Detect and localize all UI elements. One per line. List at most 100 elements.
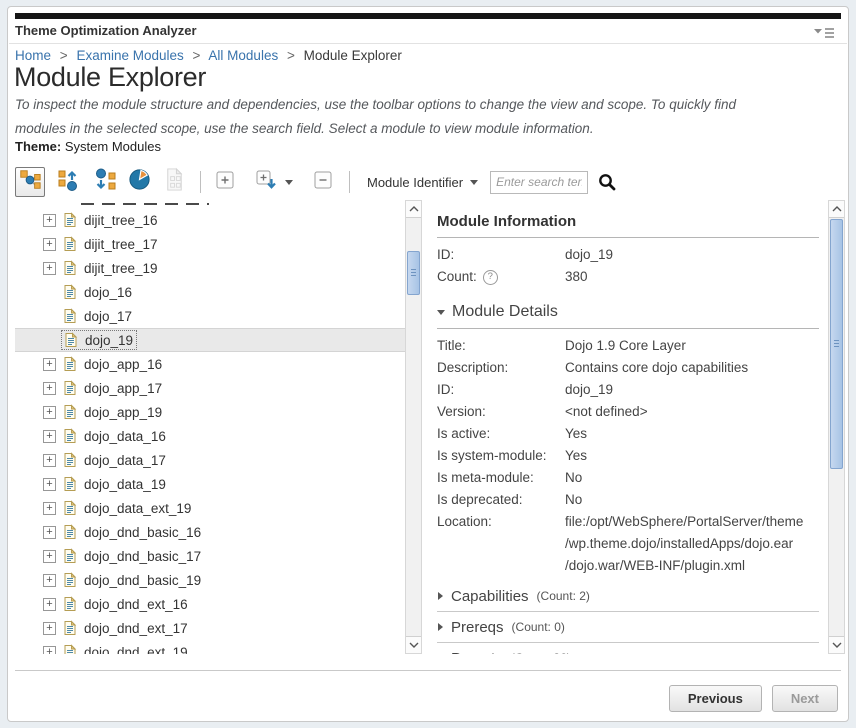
tree-item-label[interactable]: dojo_dnd_basic_19 (84, 573, 201, 588)
module-doc-icon (62, 308, 78, 324)
expand-all-button[interactable] (253, 169, 293, 195)
parents-section-header[interactable]: Parents (Count: 36) (437, 647, 819, 654)
module-doc-icon (62, 260, 78, 276)
tree-item-label[interactable]: dojo_data_19 (84, 477, 166, 492)
tree-row[interactable]: dijit_tree_16 (15, 208, 405, 232)
tree-view-button[interactable] (15, 167, 45, 197)
tree-item-label[interactable]: dojo_19 (85, 333, 133, 348)
tree-row[interactable]: dijit_tree_17 (15, 232, 405, 256)
show-children-button[interactable] (91, 169, 117, 195)
search-scope-dropdown[interactable]: Module Identifier (367, 175, 478, 190)
expand-plus-icon[interactable] (43, 382, 56, 395)
tree-item-label[interactable]: dojo_dnd_basic_17 (84, 549, 201, 564)
module-doc-icon (62, 572, 78, 588)
help-icon[interactable] (483, 270, 498, 285)
expand-plus-icon[interactable] (43, 406, 56, 419)
report-button (161, 169, 187, 195)
info-row: Count: 380 (437, 266, 819, 288)
tree-row[interactable]: dojo_data_ext_19 (15, 496, 405, 520)
tree-item-label[interactable]: dojo_dnd_ext_19 (84, 645, 188, 655)
field-value: dojo_19 (565, 379, 819, 401)
expand-button[interactable] (212, 169, 238, 195)
section-title: Parents (451, 650, 503, 655)
tree-item-label[interactable]: dijit_tree_19 (84, 261, 158, 276)
field-value: 380 (565, 266, 819, 288)
expand-all-dropdown-caret[interactable] (285, 180, 293, 185)
expand-plus-icon[interactable] (43, 430, 56, 443)
scroll-down-button[interactable] (829, 636, 844, 653)
scroll-up-button[interactable] (406, 201, 421, 218)
details-scrollbar-thumb[interactable] (830, 219, 843, 469)
prereqs-section-header[interactable]: Prereqs (Count: 0) (437, 616, 819, 638)
tree-row[interactable]: dojo_dnd_ext_17 (15, 616, 405, 640)
tree-item-label[interactable]: dojo_dnd_ext_17 (84, 621, 188, 636)
expand-plus-icon[interactable] (43, 454, 56, 467)
expand-plus-icon[interactable] (43, 526, 56, 539)
expand-plus-icon[interactable] (43, 214, 56, 227)
tree-row[interactable]: dojo_dnd_basic_16 (15, 520, 405, 544)
capabilities-section-header[interactable]: Capabilities (Count: 2) (437, 585, 819, 607)
tree-item-label[interactable]: dijit_tree_16 (84, 213, 158, 228)
tree-row[interactable]: dojo_data_19 (15, 472, 405, 496)
tree-row[interactable]: dojo_app_17 (15, 376, 405, 400)
breadcrumb-examine-modules[interactable]: Examine Modules (76, 48, 183, 63)
tree-row[interactable]: dojo_data_16 (15, 424, 405, 448)
breadcrumb-home[interactable]: Home (15, 48, 51, 63)
scroll-up-button[interactable] (829, 201, 844, 218)
next-button[interactable]: Next (772, 685, 838, 712)
section-title: Capabilities (451, 588, 529, 605)
tree-row[interactable]: dojo_app_19 (15, 400, 405, 424)
tree-row[interactable]: dojo_app_16 (15, 352, 405, 376)
expand-plus-icon[interactable] (43, 478, 56, 491)
tree-item-label[interactable]: dojo_data_16 (84, 429, 166, 444)
tree-item-label[interactable]: dojo_dnd_basic_16 (84, 525, 201, 540)
expand-plus-icon[interactable] (43, 358, 56, 371)
top-black-bar (15, 13, 841, 19)
expand-plus-icon[interactable] (43, 238, 56, 251)
tree-scrollbar-thumb[interactable] (407, 251, 420, 295)
tree-item-label[interactable]: dojo_data_17 (84, 453, 166, 468)
tree-row[interactable]: dojo_dnd_basic_19 (15, 568, 405, 592)
expand-plus-icon[interactable] (43, 598, 56, 611)
details-scrollbar[interactable] (828, 200, 845, 654)
previous-button[interactable]: Previous (669, 685, 762, 712)
expand-plus-icon[interactable] (43, 262, 56, 275)
tree-scrollbar[interactable] (405, 200, 422, 654)
tree-item-label[interactable]: dijit_tree_17 (84, 237, 158, 252)
tree-item-label[interactable]: dojo_16 (84, 285, 132, 300)
tree-row[interactable]: dojo_16 (15, 280, 405, 304)
tree-row-selected[interactable]: dojo_19 (15, 328, 405, 352)
tree-row[interactable]: dojo_dnd_basic_17 (15, 544, 405, 568)
tree-item-label[interactable]: dojo_app_16 (84, 357, 162, 372)
tree-view-icon (18, 168, 42, 197)
field-label: Is active: (437, 423, 565, 445)
tree-item-label[interactable]: dojo_app_19 (84, 405, 162, 420)
collapse-button[interactable] (310, 169, 336, 195)
pie-chart-button[interactable] (126, 169, 152, 195)
expand-plus-icon[interactable] (43, 646, 56, 655)
tree-row[interactable]: dojo_dnd_ext_19 (15, 640, 405, 654)
show-children-icon (91, 167, 117, 198)
tree-row[interactable]: dojo_data_17 (15, 448, 405, 472)
expand-plus-icon[interactable] (43, 574, 56, 587)
expand-plus-icon[interactable] (43, 502, 56, 515)
tree-item-label[interactable]: dojo_data_ext_19 (84, 501, 191, 516)
field-value: Contains core dojo capabilities (565, 357, 819, 379)
tree-row[interactable]: dojo_dnd_ext_16 (15, 592, 405, 616)
tree-item-label[interactable]: dojo_dnd_ext_16 (84, 597, 188, 612)
search-button[interactable] (597, 172, 617, 192)
show-parents-button[interactable] (56, 169, 82, 195)
dropdown-menu-icon[interactable] (813, 26, 835, 38)
breadcrumb-all-modules[interactable]: All Modules (208, 48, 278, 63)
scroll-down-button[interactable] (406, 636, 421, 653)
expand-plus-icon[interactable] (43, 622, 56, 635)
tree-row[interactable]: dojo_17 (15, 304, 405, 328)
search-input[interactable] (490, 171, 588, 194)
tree-item-label[interactable]: dojo_17 (84, 309, 132, 324)
field-label: Count: (437, 266, 565, 288)
module-details-section-header[interactable]: Module Details (437, 303, 819, 321)
tree-row[interactable]: dijit_tree_19 (15, 256, 405, 280)
tree-item-label[interactable]: dojo_app_17 (84, 381, 162, 396)
theme-label: Theme: (15, 139, 61, 154)
expand-plus-icon[interactable] (43, 550, 56, 563)
